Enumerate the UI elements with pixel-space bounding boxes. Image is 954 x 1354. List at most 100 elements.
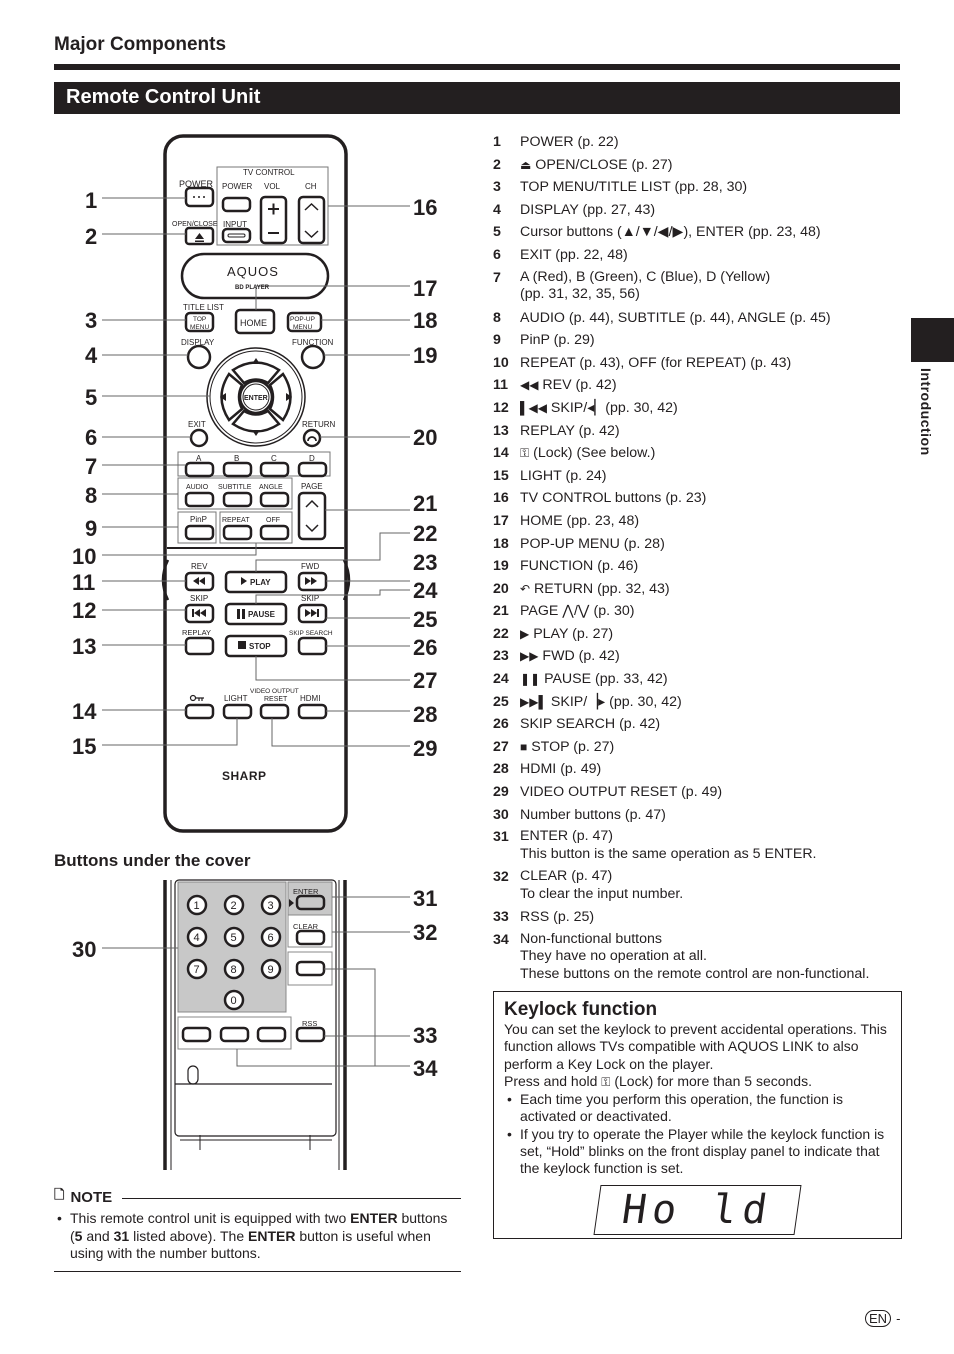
item-label: PAGE ⋀/⋁ (p. 30): [520, 603, 635, 620]
list-item: 25 ▶▶▌ SKIP/▕▸ (pp. 30, 42): [493, 691, 903, 714]
list-item: 29 VIDEO OUTPUT RESET (p. 49): [493, 781, 903, 804]
channel-up-down-icon: [304, 202, 319, 239]
enter-label: ENTER: [244, 395, 268, 402]
item-number: 32: [493, 869, 509, 886]
item-text: ▶ PLAY (p. 27): [520, 623, 613, 646]
clear-label: CLEAR: [293, 922, 319, 931]
keylock-bullet: Each time you perform this operation, th…: [504, 1091, 891, 1126]
list-item: 20 ↶ RETURN (pp. 32, 43): [493, 578, 903, 601]
callout-number: 4: [85, 343, 98, 368]
list-item: 34 Non-functional buttons They have no ope…: [493, 929, 903, 987]
skip-back-icon: ▌◀◀: [520, 400, 547, 415]
bd-player-label: BD PLAYER: [235, 285, 270, 291]
callout-number: 11: [72, 570, 96, 595]
item-text: REPEAT (p. 43), OFF (for REPEAT) (p. 43): [520, 352, 791, 375]
tv-control-label: TV CONTROL: [243, 168, 295, 177]
item-text: ▶▶ FWD (p. 42): [520, 645, 620, 668]
skip-search-label: SKIP SEARCH: [289, 630, 333, 637]
pause-icon: ❚❚: [520, 672, 541, 687]
callout-number: 3: [85, 308, 98, 333]
cover-latch: [187, 1065, 199, 1085]
list-item: 17 HOME (pp. 23, 48): [493, 510, 903, 533]
popup-label-1: POP-UP: [290, 316, 315, 323]
item-detail: This button is the same operation as 5 E…: [520, 845, 817, 862]
sharp-logo: SHARP: [222, 769, 267, 783]
list-item: 32 CLEAR (p. 47) To clear the input number…: [493, 866, 903, 906]
item-detail: They have no operation at all.: [520, 948, 707, 965]
item-text: POP-UP MENU (p. 28): [520, 533, 665, 556]
item-number: 24: [493, 671, 509, 688]
list-item: 21 PAGE ⋀/⋁ (p. 30): [493, 600, 903, 623]
item-number: 12: [493, 399, 509, 416]
top-menu-label-1: TOP: [193, 316, 206, 323]
item-number: 34: [493, 931, 509, 948]
non-functional-button: [295, 960, 326, 977]
non-functional-button: [256, 1026, 287, 1043]
callout-number: 19: [413, 343, 438, 368]
list-item: 19 FUNCTION (p. 46): [493, 555, 903, 578]
item-text: HDMI (p. 49): [520, 758, 601, 781]
cover-callout-number: 31: [413, 886, 438, 911]
item-number: 23: [493, 648, 509, 665]
ch-label: CH: [305, 182, 317, 191]
item-text: AUDIO (p. 44), SUBTITLE (p. 44), ANGLE (…: [520, 307, 831, 330]
item-label: SKIP SEARCH (p. 42): [520, 716, 661, 733]
digit-label: 6: [268, 932, 274, 944]
item-text: ◀◀ REV (p. 42): [520, 374, 617, 397]
note-icon: 🗋: [54, 1187, 65, 1202]
item-text: ⏏ OPEN/CLOSE (p. 27): [520, 154, 673, 177]
popup-label-2: MENU: [293, 324, 312, 331]
callout-number: 15: [72, 734, 97, 759]
callout-number: 17: [413, 276, 438, 301]
item-text: PAGE ⋀/⋁ (p. 30): [520, 600, 634, 623]
cover-callout-number: 33: [413, 1023, 438, 1048]
list-item: 14 ⚿ (Lock) (See below.): [493, 442, 903, 465]
stop-icon: ■: [520, 739, 528, 754]
list-item: 13 REPLAY (p. 42): [493, 420, 903, 443]
play-icon: ▶: [520, 626, 530, 641]
keylock-bullets: Each time you perform this operation, th…: [504, 1091, 891, 1177]
item-number: 3: [493, 179, 501, 196]
item-label: Non-functional buttons: [520, 930, 662, 947]
tv-power-label: POWER: [222, 182, 252, 191]
keylock-instruction-post: (Lock) for more than 5 seconds.: [614, 1072, 812, 1089]
item-number: 9: [493, 332, 501, 349]
tv-power-button: [221, 196, 252, 213]
rss-button: [295, 1026, 326, 1043]
item-detail: These buttons on the remote control are …: [520, 965, 870, 982]
color-label-b: B: [234, 454, 239, 463]
non-functional-button: [219, 1026, 250, 1043]
list-item: 5 Cursor buttons (▲/▼/◀/▶), ENTER (pp. 23…: [493, 221, 903, 244]
display-label: DISPLAY: [181, 338, 215, 347]
digit-label: 3: [268, 900, 274, 912]
item-label: REPEAT (p. 43), OFF (for REPEAT) (p. 43): [520, 354, 792, 371]
angle-button: [259, 491, 290, 508]
skip-forward-icon: ▶▶▌: [520, 694, 547, 709]
callout-number: 25: [413, 607, 438, 632]
pinp-button: [184, 524, 215, 541]
list-item: 16 TV CONTROL buttons (p. 23): [493, 487, 903, 510]
item-number: 15: [493, 467, 509, 484]
item-text: Cursor buttons (▲/▼/◀/▶), ENTER (pp. 23,…: [520, 221, 821, 244]
side-tab-label: Introduction: [918, 368, 934, 456]
power-dots-icon: [193, 196, 205, 198]
item-number: 33: [493, 909, 509, 926]
keylock-title: Keylock function: [504, 999, 658, 1020]
keylock-intro: You can set the keylock to prevent accid…: [504, 1021, 887, 1072]
note-text: This remote control unit is equipped wit…: [54, 1210, 461, 1263]
keylock-box: Keylock function You can set the keylock…: [493, 991, 902, 1239]
item-number: 6: [493, 246, 501, 263]
list-item: 23 ▶▶ FWD (p. 42): [493, 645, 903, 668]
item-text: EXIT (pp. 22, 48): [520, 244, 628, 267]
callout-number: 22: [413, 521, 438, 546]
repeat-button: [222, 524, 253, 541]
item-text: Number buttons (p. 47): [520, 804, 666, 827]
callout-number: 6: [85, 425, 98, 450]
cover-heading: Buttons under the cover: [54, 851, 251, 870]
item-number: 14: [493, 445, 509, 462]
note-section: 🗋 NOTE This remote control unit is equip…: [54, 1186, 461, 1272]
item-number: 16: [493, 490, 509, 507]
open-close-label: OPEN/CLOSE: [172, 221, 218, 228]
audio-button: [184, 491, 215, 508]
item-number: 21: [493, 603, 509, 620]
